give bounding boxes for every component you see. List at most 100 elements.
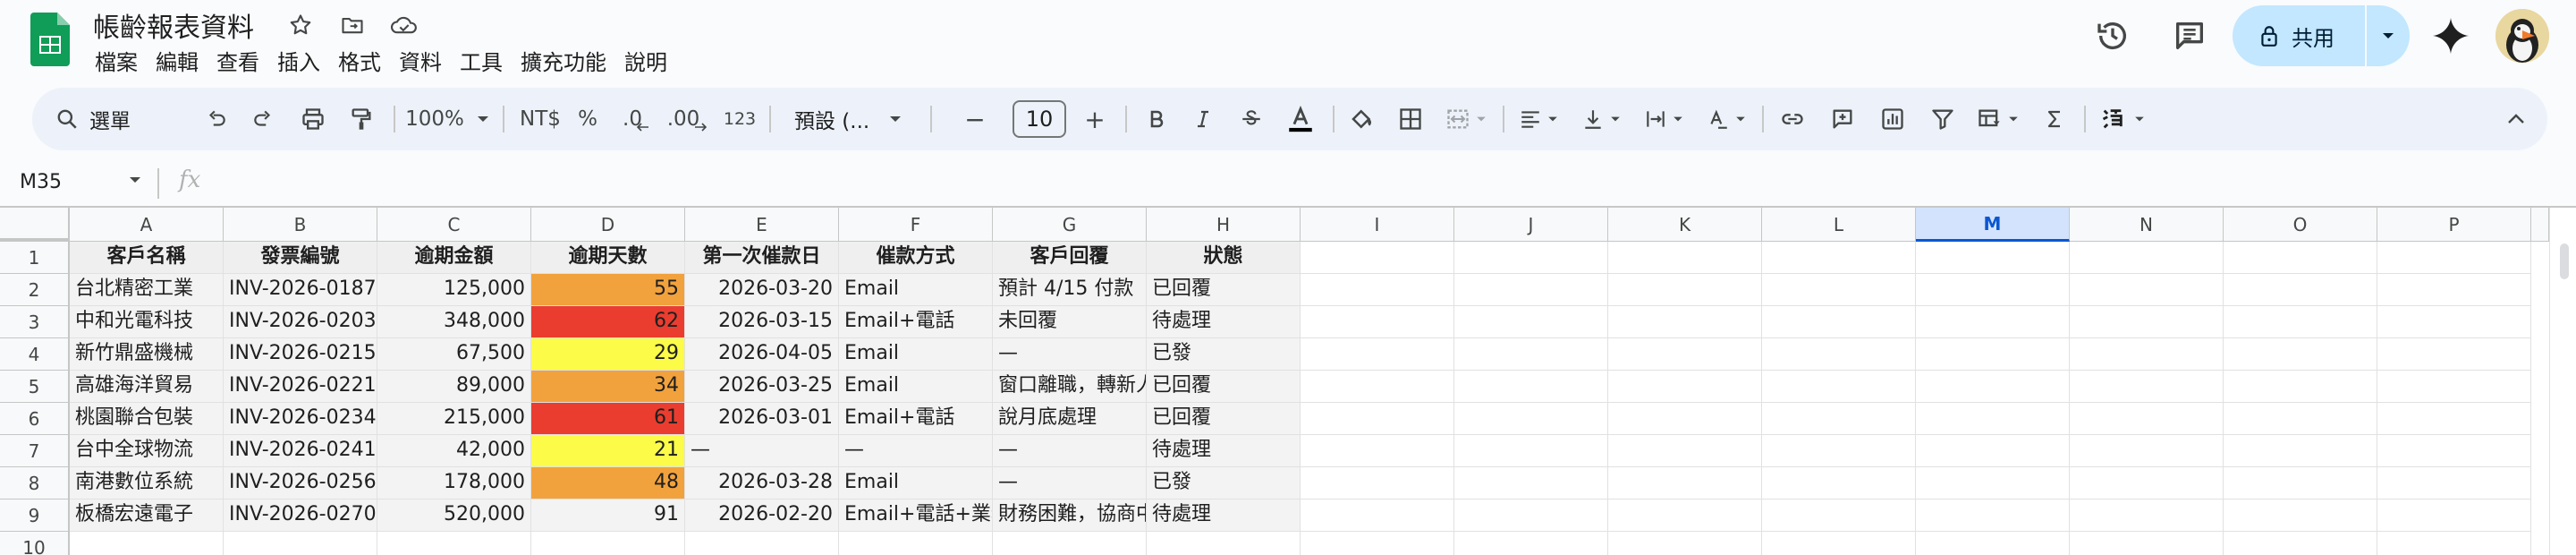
reminder-method-cell[interactable]: Email+電話 (839, 306, 993, 338)
empty-cell[interactable] (70, 532, 224, 555)
row-header[interactable]: 4 (0, 338, 70, 371)
empty-cell[interactable] (1916, 338, 2070, 371)
document-title[interactable]: 帳齡報表資料 (93, 5, 254, 45)
empty-cell[interactable] (1762, 500, 1916, 532)
customer-name-cell[interactable]: 中和光電科技 (70, 306, 224, 338)
empty-cell[interactable] (2377, 435, 2531, 467)
sheets-logo-icon[interactable] (30, 13, 70, 66)
row-header[interactable]: 3 (0, 306, 70, 338)
empty-cell[interactable] (2070, 435, 2224, 467)
invoice-number-cell[interactable]: INV-2026-0215 (224, 338, 377, 371)
empty-cell[interactable] (1916, 274, 2070, 306)
reminder-method-cell[interactable]: Email+電話+業務 (839, 500, 993, 532)
empty-cell[interactable] (2070, 500, 2224, 532)
column-header-f[interactable]: F (839, 208, 993, 242)
empty-cell[interactable] (1762, 371, 1916, 403)
empty-cell[interactable] (1762, 242, 1916, 274)
share-button[interactable]: 共用 (2233, 5, 2410, 66)
empty-cell[interactable] (531, 532, 685, 555)
empty-cell[interactable] (2070, 306, 2224, 338)
row-header[interactable]: 10 (0, 532, 70, 555)
increase-font-size-button[interactable]: + (1073, 88, 1116, 150)
menu-search[interactable]: 選單 (45, 88, 188, 150)
decrease-decimal-button[interactable]: .0 (614, 88, 658, 150)
empty-cell[interactable] (1608, 338, 1762, 371)
header-cell[interactable]: 發票編號 (224, 242, 377, 274)
empty-cell[interactable] (1762, 306, 1916, 338)
empty-cell[interactable] (1608, 242, 1762, 274)
row-header[interactable]: 2 (0, 274, 70, 306)
invoice-number-cell[interactable]: INV-2026-0241 (224, 435, 377, 467)
zoom-select[interactable]: 100% (397, 88, 497, 150)
insert-link-button[interactable] (1769, 88, 1816, 150)
text-color-button[interactable] (1275, 88, 1326, 150)
empty-cell[interactable] (2224, 532, 2377, 555)
merge-cells-button[interactable] (1436, 88, 1496, 150)
menu-view[interactable]: 查看 (208, 47, 268, 79)
percent-format-button[interactable]: % (569, 88, 606, 150)
empty-cell[interactable] (1608, 500, 1762, 532)
column-header-b[interactable]: B (224, 208, 377, 242)
increase-decimal-button[interactable]: .00 (662, 88, 712, 150)
row-header[interactable]: 7 (0, 435, 70, 467)
empty-cell[interactable] (1454, 435, 1608, 467)
strikethrough-button[interactable] (1229, 88, 1274, 150)
empty-cell[interactable] (2070, 532, 2224, 555)
empty-cell[interactable] (1762, 274, 1916, 306)
empty-cell[interactable] (1762, 435, 1916, 467)
currency-format-button[interactable]: NT$ (515, 88, 565, 150)
overdue-days-cell[interactable]: 62 (531, 306, 685, 338)
customer-name-cell[interactable]: 台北精密工業 (70, 274, 224, 306)
empty-cell[interactable] (1608, 306, 1762, 338)
row-header[interactable]: 6 (0, 403, 70, 435)
overdue-days-cell[interactable]: 48 (531, 467, 685, 500)
menu-extensions[interactable]: 擴充功能 (512, 47, 615, 79)
customer-reply-cell[interactable]: 預計 4/15 付款 (993, 274, 1147, 306)
empty-cell[interactable] (1454, 467, 1608, 500)
filter-views-button[interactable] (1968, 88, 2027, 150)
empty-cell[interactable] (1762, 338, 1916, 371)
customer-reply-cell[interactable]: — (993, 435, 1147, 467)
empty-cell[interactable] (1454, 500, 1608, 532)
insert-comment-button[interactable] (1819, 88, 1866, 150)
overdue-amount-cell[interactable]: 348,000 (377, 306, 531, 338)
empty-cell[interactable] (1762, 532, 1916, 555)
empty-cell[interactable] (1608, 403, 1762, 435)
empty-cell[interactable] (993, 532, 1147, 555)
bold-button[interactable] (1134, 88, 1179, 150)
input-tools-button[interactable] (2089, 88, 2156, 150)
first-reminder-date-cell[interactable]: 2026-03-01 (685, 403, 839, 435)
menu-data[interactable]: 資料 (390, 47, 451, 79)
text-rotation-button[interactable] (1698, 88, 1755, 150)
overdue-days-cell[interactable]: 34 (531, 371, 685, 403)
customer-name-cell[interactable]: 台中全球物流 (70, 435, 224, 467)
empty-cell[interactable] (1608, 371, 1762, 403)
overdue-days-cell[interactable]: 21 (531, 435, 685, 467)
customer-name-cell[interactable]: 桃園聯合包裝 (70, 403, 224, 435)
empty-cell[interactable] (1916, 306, 2070, 338)
row-header[interactable]: 9 (0, 500, 70, 532)
status-cell[interactable]: 已回覆 (1147, 403, 1301, 435)
first-reminder-date-cell[interactable]: 2026-03-15 (685, 306, 839, 338)
overdue-amount-cell[interactable]: 125,000 (377, 274, 531, 306)
empty-cell[interactable] (2377, 403, 2531, 435)
column-header-h[interactable]: H (1147, 208, 1301, 242)
empty-cell[interactable] (1147, 532, 1301, 555)
empty-cell[interactable] (685, 532, 839, 555)
invoice-number-cell[interactable]: INV-2026-0234 (224, 403, 377, 435)
borders-button[interactable] (1388, 88, 1433, 150)
empty-cell[interactable] (1301, 274, 1454, 306)
undo-button[interactable] (195, 88, 238, 150)
empty-cell[interactable] (1454, 242, 1608, 274)
column-header-i[interactable]: I (1301, 208, 1454, 242)
empty-cell[interactable] (1454, 338, 1608, 371)
reminder-method-cell[interactable]: Email+電話 (839, 403, 993, 435)
overdue-amount-cell[interactable]: 178,000 (377, 467, 531, 500)
empty-cell[interactable] (2377, 467, 2531, 500)
menu-edit[interactable]: 編輯 (147, 47, 208, 79)
column-header-e[interactable]: E (685, 208, 839, 242)
empty-cell[interactable] (2377, 274, 2531, 306)
empty-cell[interactable] (2377, 338, 2531, 371)
status-cell[interactable]: 待處理 (1147, 500, 1301, 532)
paint-format-button[interactable] (340, 88, 383, 150)
